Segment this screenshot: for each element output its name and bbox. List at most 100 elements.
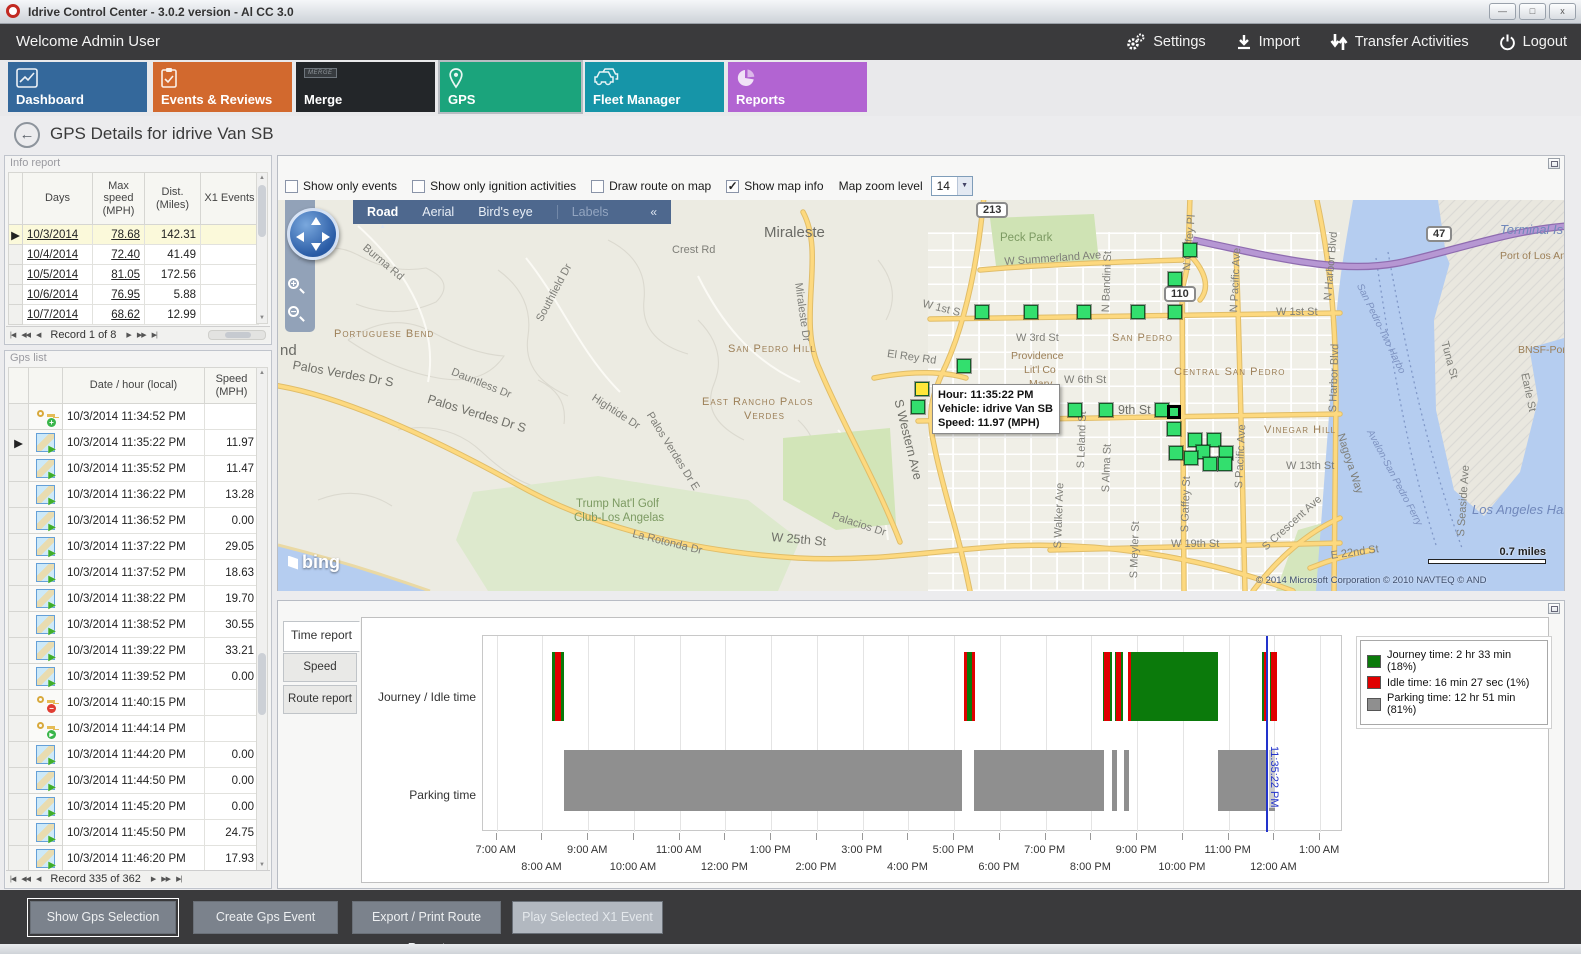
- map-view-labels[interactable]: Labels: [557, 205, 609, 219]
- max-speed-link[interactable]: 81.05: [93, 265, 145, 285]
- gps-marker[interactable]: [1203, 457, 1217, 471]
- back-button[interactable]: ←: [14, 122, 40, 148]
- info-report-row[interactable]: 10/5/201481.05172.56: [9, 265, 259, 285]
- scroll-thumb[interactable]: [258, 653, 266, 715]
- gps-marker[interactable]: [1167, 422, 1181, 436]
- tab-events-reviews[interactable]: Events & Reviews: [153, 62, 292, 112]
- checkbox-icon[interactable]: [591, 180, 604, 193]
- map-zoom-level-select[interactable]: 14▼: [931, 176, 973, 196]
- gps-marker[interactable]: [915, 382, 929, 396]
- gps-list-scrollbar[interactable]: ▲ ▼: [256, 367, 268, 871]
- checkbox-show-map-info[interactable]: ✓Show map info: [726, 179, 823, 193]
- pager-first-button[interactable]: |◀: [10, 331, 15, 339]
- gps-marker[interactable]: [1131, 305, 1145, 319]
- info-col-days[interactable]: Days: [23, 173, 93, 225]
- gps-marker[interactable]: [1099, 403, 1113, 417]
- checkbox-icon[interactable]: [412, 180, 425, 193]
- max-speed-link[interactable]: 78.68: [93, 225, 145, 245]
- gps-col-datetime[interactable]: Date / hour (local): [63, 368, 205, 404]
- pager-next-button[interactable]: ▶: [151, 875, 155, 883]
- gps-list-row[interactable]: ▶10/3/2014 11:45:20 PM0.00: [9, 794, 259, 820]
- info-report-row[interactable]: ▶10/3/201478.68142.31: [9, 225, 259, 245]
- scroll-down-icon[interactable]: ▼: [257, 315, 267, 321]
- maximize-button[interactable]: □: [1519, 3, 1546, 20]
- pager-last-button[interactable]: ▶|: [152, 331, 157, 339]
- gps-list-row[interactable]: ▶▶10/3/2014 11:35:22 PM11.97: [9, 430, 259, 456]
- max-speed-link[interactable]: 76.95: [93, 285, 145, 305]
- scroll-down-icon[interactable]: ▼: [257, 862, 267, 868]
- pager-prev-button[interactable]: ◀: [36, 875, 40, 883]
- pager-prev-button[interactable]: ◀: [36, 331, 40, 339]
- pan-left-icon[interactable]: [296, 232, 304, 242]
- gps-marker[interactable]: [1169, 446, 1183, 460]
- day-link[interactable]: 10/6/2014: [23, 285, 93, 305]
- close-button[interactable]: x: [1549, 3, 1576, 20]
- minimize-button[interactable]: —: [1489, 3, 1516, 20]
- info-report-row[interactable]: 10/7/201468.6212.99: [9, 305, 259, 325]
- gps-marker-selected[interactable]: [1167, 405, 1181, 419]
- info-report-row[interactable]: 10/6/201476.955.88: [9, 285, 259, 305]
- map-pan-compass[interactable]: [287, 208, 339, 260]
- gps-marker[interactable]: [911, 400, 925, 414]
- tab-speed-graphic[interactable]: Speed graphic: [283, 653, 357, 682]
- gps-list-row[interactable]: ▶10/3/2014 11:36:52 PM0.00: [9, 508, 259, 534]
- chevron-down-icon[interactable]: ▼: [957, 177, 972, 195]
- day-link[interactable]: 10/5/2014: [23, 265, 93, 285]
- tab-route-report[interactable]: Route report: [283, 685, 357, 714]
- gps-list-row[interactable]: ▸10/3/2014 11:44:14 PM: [9, 716, 259, 742]
- tab-fleet-manager[interactable]: Fleet Manager: [585, 62, 724, 112]
- gps-marker[interactable]: [957, 359, 971, 373]
- tab-reports[interactable]: Reports: [728, 62, 867, 112]
- pager-next-button[interactable]: ▶: [126, 331, 130, 339]
- checkbox-show-only-ignition-activities[interactable]: Show only ignition activities: [412, 179, 576, 193]
- collapse-panel-icon[interactable]: [1548, 158, 1560, 169]
- gps-marker[interactable]: [1068, 403, 1082, 417]
- map-view-road[interactable]: Road: [367, 205, 398, 219]
- collapse-panel-icon[interactable]: [1548, 603, 1560, 614]
- create-gps-event-button[interactable]: Create Gps Event: [193, 901, 338, 934]
- settings-button[interactable]: Settings: [1126, 33, 1205, 51]
- gps-list-row[interactable]: ▶10/3/2014 11:46:20 PM17.93: [9, 846, 259, 872]
- day-link[interactable]: 10/4/2014: [23, 245, 93, 265]
- pager-forward-button[interactable]: ▶▶: [137, 331, 146, 339]
- gps-list-row[interactable]: ▶10/3/2014 11:45:50 PM24.75: [9, 820, 259, 846]
- pager-first-button[interactable]: |◀: [10, 875, 15, 883]
- info-report-row[interactable]: 10/4/201472.4041.49: [9, 245, 259, 265]
- zoom-out-button[interactable]: −: [286, 304, 306, 324]
- pager-rewind-button[interactable]: ◀◀: [21, 331, 30, 339]
- tab-gps[interactable]: GPS: [440, 62, 581, 112]
- gps-marker[interactable]: [1218, 457, 1232, 471]
- day-link[interactable]: 10/3/2014: [23, 225, 93, 245]
- checkbox-draw-route-on-map[interactable]: Draw route on map: [591, 179, 711, 193]
- gps-list-row[interactable]: ▶10/3/2014 11:38:52 PM30.55: [9, 612, 259, 638]
- logout-button[interactable]: Logout: [1499, 34, 1567, 51]
- gps-list-row[interactable]: ▶10/3/2014 11:44:50 PM0.00: [9, 768, 259, 794]
- gps-marker[interactable]: [1077, 305, 1091, 319]
- checkbox-show-only-events[interactable]: Show only events: [285, 179, 397, 193]
- zoom-in-button[interactable]: +: [286, 276, 306, 296]
- max-speed-link[interactable]: 68.62: [93, 305, 145, 325]
- gps-list-row[interactable]: ▶10/3/2014 11:38:22 PM19.70: [9, 586, 259, 612]
- gps-col-speed[interactable]: Speed (MPH): [205, 368, 259, 404]
- pager-rewind-button[interactable]: ◀◀: [21, 875, 30, 883]
- map-view-birdseye[interactable]: Bird's eye: [478, 205, 533, 219]
- info-col-maxspeed[interactable]: Max speed (MPH): [93, 173, 145, 225]
- scroll-up-icon[interactable]: ▲: [257, 175, 267, 181]
- day-link[interactable]: 10/7/2014: [23, 305, 93, 325]
- gps-list-row[interactable]: ▶10/3/2014 11:39:52 PM0.00: [9, 664, 259, 690]
- gps-marker[interactable]: [1183, 243, 1197, 257]
- gps-list-row[interactable]: ▶10/3/2014 11:39:22 PM33.21: [9, 638, 259, 664]
- gps-list-row[interactable]: ▶10/3/2014 11:35:52 PM11.47: [9, 456, 259, 482]
- checkbox-icon[interactable]: ✓: [726, 180, 739, 193]
- checkbox-icon[interactable]: [285, 180, 298, 193]
- toolbar-collapse-icon[interactable]: «: [650, 205, 657, 219]
- pan-up-icon[interactable]: [311, 217, 321, 225]
- gps-list-row[interactable]: ▶10/3/2014 11:37:22 PM29.05: [9, 534, 259, 560]
- gps-list-row[interactable]: ▶10/3/2014 11:44:20 PM0.00: [9, 742, 259, 768]
- transfer-activities-button[interactable]: Transfer Activities: [1330, 33, 1469, 51]
- tab-time-report[interactable]: Time report: [283, 621, 360, 652]
- map-view-aerial[interactable]: Aerial: [422, 205, 454, 219]
- pager-last-button[interactable]: ▶|: [176, 875, 181, 883]
- info-col-dist[interactable]: Dist. (Miles): [145, 173, 201, 225]
- gps-marker[interactable]: [1184, 451, 1198, 465]
